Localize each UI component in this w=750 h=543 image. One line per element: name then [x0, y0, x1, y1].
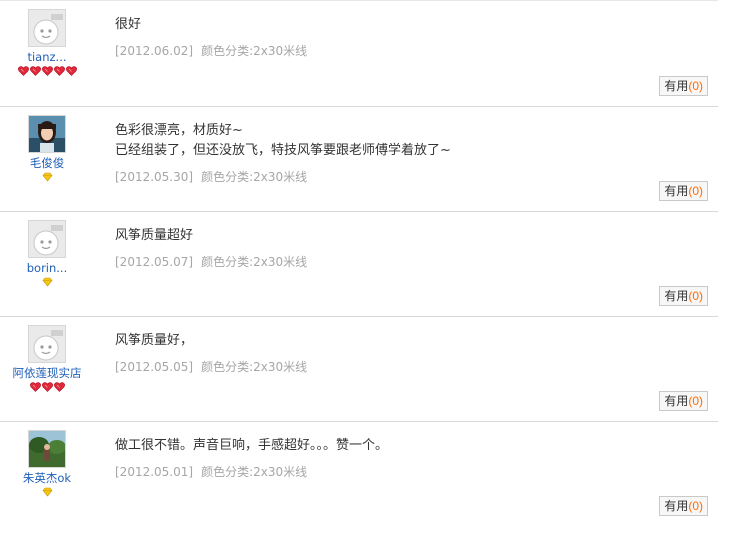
credit-level — [0, 172, 94, 184]
reviewer-info: 阿依莲现实店 — [0, 325, 94, 394]
useful-label: 有用 — [664, 184, 689, 198]
review-text-line: 风筝质量好， — [115, 333, 194, 348]
reviewer-name-link[interactable]: tianz... — [0, 50, 94, 65]
useful-count: (0) — [688, 499, 703, 513]
product-spec: 颜色分类:2x30米线 — [201, 170, 308, 184]
yellow-diamond-icon — [41, 487, 53, 497]
reviewer-info: borin... — [0, 220, 94, 289]
useful-count: (0) — [688, 79, 703, 93]
red-heart-icon — [29, 66, 41, 76]
useful-label: 有用 — [664, 289, 689, 303]
red-heart-icon — [65, 66, 77, 76]
review-text: 做工很不错。声音巨响，手感超好。。。赞一个。 — [115, 436, 675, 456]
useful-label: 有用 — [664, 394, 689, 408]
review-date: [2012.05.30] — [115, 170, 194, 184]
review-content: 风筝质量好， [2012.05.05] 颜色分类:2x30米线 — [115, 331, 675, 375]
review-text-line: 风筝质量超好 — [115, 228, 194, 243]
credit-level — [0, 277, 94, 289]
useful-count: (0) — [688, 394, 703, 408]
review-date: [2012.05.05] — [115, 360, 194, 374]
avatar[interactable] — [28, 9, 66, 47]
review-meta: [2012.05.07] 颜色分类:2x30米线 — [115, 254, 675, 270]
review-content: 风筝质量超好 [2012.05.07] 颜色分类:2x30米线 — [115, 226, 675, 270]
review-date: [2012.06.02] — [115, 44, 194, 58]
yellow-diamond-icon — [41, 277, 53, 287]
review-item: 毛俊俊 色彩很漂亮，材质好~ 已经组装了，但还没放飞，特技风筝要跟老师傅学着放了~ [… — [0, 106, 718, 211]
reviewer-info: 朱英杰ok — [0, 430, 94, 499]
avatar[interactable] — [28, 115, 66, 153]
red-heart-icon — [53, 66, 65, 76]
avatar[interactable] — [28, 325, 66, 363]
reviewer-info: tianz... — [0, 9, 94, 78]
review-list: tianz... 很好 [2012.06.02] 颜色分类:2x30米线 有用(0) 毛俊… — [0, 0, 718, 526]
review-text: 风筝质量超好 — [115, 226, 675, 246]
review-content: 很好 [2012.06.02] 颜色分类:2x30米线 — [115, 15, 675, 59]
review-meta: [2012.05.05] 颜色分类:2x30米线 — [115, 359, 675, 375]
useful-button[interactable]: 有用(0) — [659, 286, 708, 306]
review-text: 风筝质量好， — [115, 331, 675, 351]
product-spec: 颜色分类:2x30米线 — [201, 255, 308, 269]
reviewer-name-link[interactable]: 阿依莲现实店 — [0, 366, 94, 381]
review-content: 色彩很漂亮，材质好~ 已经组装了，但还没放飞，特技风筝要跟老师傅学着放了~ [201… — [115, 121, 675, 185]
reviewer-name-link[interactable]: 毛俊俊 — [0, 156, 94, 171]
useful-button[interactable]: 有用(0) — [659, 181, 708, 201]
review-date: [2012.05.01] — [115, 465, 194, 479]
yellow-diamond-icon — [41, 172, 53, 182]
avatar[interactable] — [28, 430, 66, 468]
red-heart-icon — [53, 382, 65, 392]
useful-button[interactable]: 有用(0) — [659, 76, 708, 96]
product-spec: 颜色分类:2x30米线 — [201, 465, 308, 479]
review-meta: [2012.05.30] 颜色分类:2x30米线 — [115, 169, 675, 185]
useful-button[interactable]: 有用(0) — [659, 496, 708, 516]
reviewer-info: 毛俊俊 — [0, 115, 94, 184]
credit-level — [0, 487, 94, 499]
red-heart-icon — [29, 382, 41, 392]
review-item: 阿依莲现实店 风筝质量好， [2012.05.05] 颜色分类:2x30米线有用(0) — [0, 316, 718, 421]
red-heart-icon — [41, 382, 53, 392]
useful-count: (0) — [688, 184, 703, 198]
review-meta: [2012.05.01] 颜色分类:2x30米线 — [115, 464, 675, 480]
review-text-line: 已经组装了，但还没放飞，特技风筝要跟老师傅学着放了~ — [115, 143, 451, 158]
useful-label: 有用 — [664, 79, 689, 93]
credit-level — [0, 66, 94, 78]
review-item: tianz... 很好 [2012.06.02] 颜色分类:2x30米线有用(0) — [0, 0, 718, 106]
red-heart-icon — [41, 66, 53, 76]
review-item: borin... 风筝质量超好 [2012.05.07] 颜色分类:2x30米线有用(… — [0, 211, 718, 316]
review-text-line: 做工很不错。声音巨响，手感超好。。。赞一个。 — [115, 438, 389, 453]
review-text: 很好 — [115, 15, 675, 35]
product-spec: 颜色分类:2x30米线 — [201, 360, 308, 374]
product-spec: 颜色分类:2x30米线 — [201, 44, 308, 58]
reviewer-name-link[interactable]: borin... — [0, 261, 94, 276]
credit-level — [0, 382, 94, 394]
useful-count: (0) — [688, 289, 703, 303]
review-text: 色彩很漂亮，材质好~ 已经组装了，但还没放飞，特技风筝要跟老师傅学着放了~ — [115, 121, 675, 161]
review-meta: [2012.06.02] 颜色分类:2x30米线 — [115, 43, 675, 59]
review-date: [2012.05.07] — [115, 255, 194, 269]
red-heart-icon — [17, 66, 29, 76]
reviewer-name-link[interactable]: 朱英杰ok — [0, 471, 94, 486]
useful-button[interactable]: 有用(0) — [659, 391, 708, 411]
review-item: 朱英杰ok 做工很不错。声音巨响，手感超好。。。赞一个。 [2012.05.01] 颜… — [0, 421, 718, 526]
review-text-line: 很好 — [115, 17, 142, 32]
review-text-line: 色彩很漂亮，材质好~ — [115, 123, 243, 138]
review-content: 做工很不错。声音巨响，手感超好。。。赞一个。 [2012.05.01] 颜色分类:2… — [115, 436, 675, 480]
avatar[interactable] — [28, 220, 66, 258]
useful-label: 有用 — [664, 499, 689, 513]
